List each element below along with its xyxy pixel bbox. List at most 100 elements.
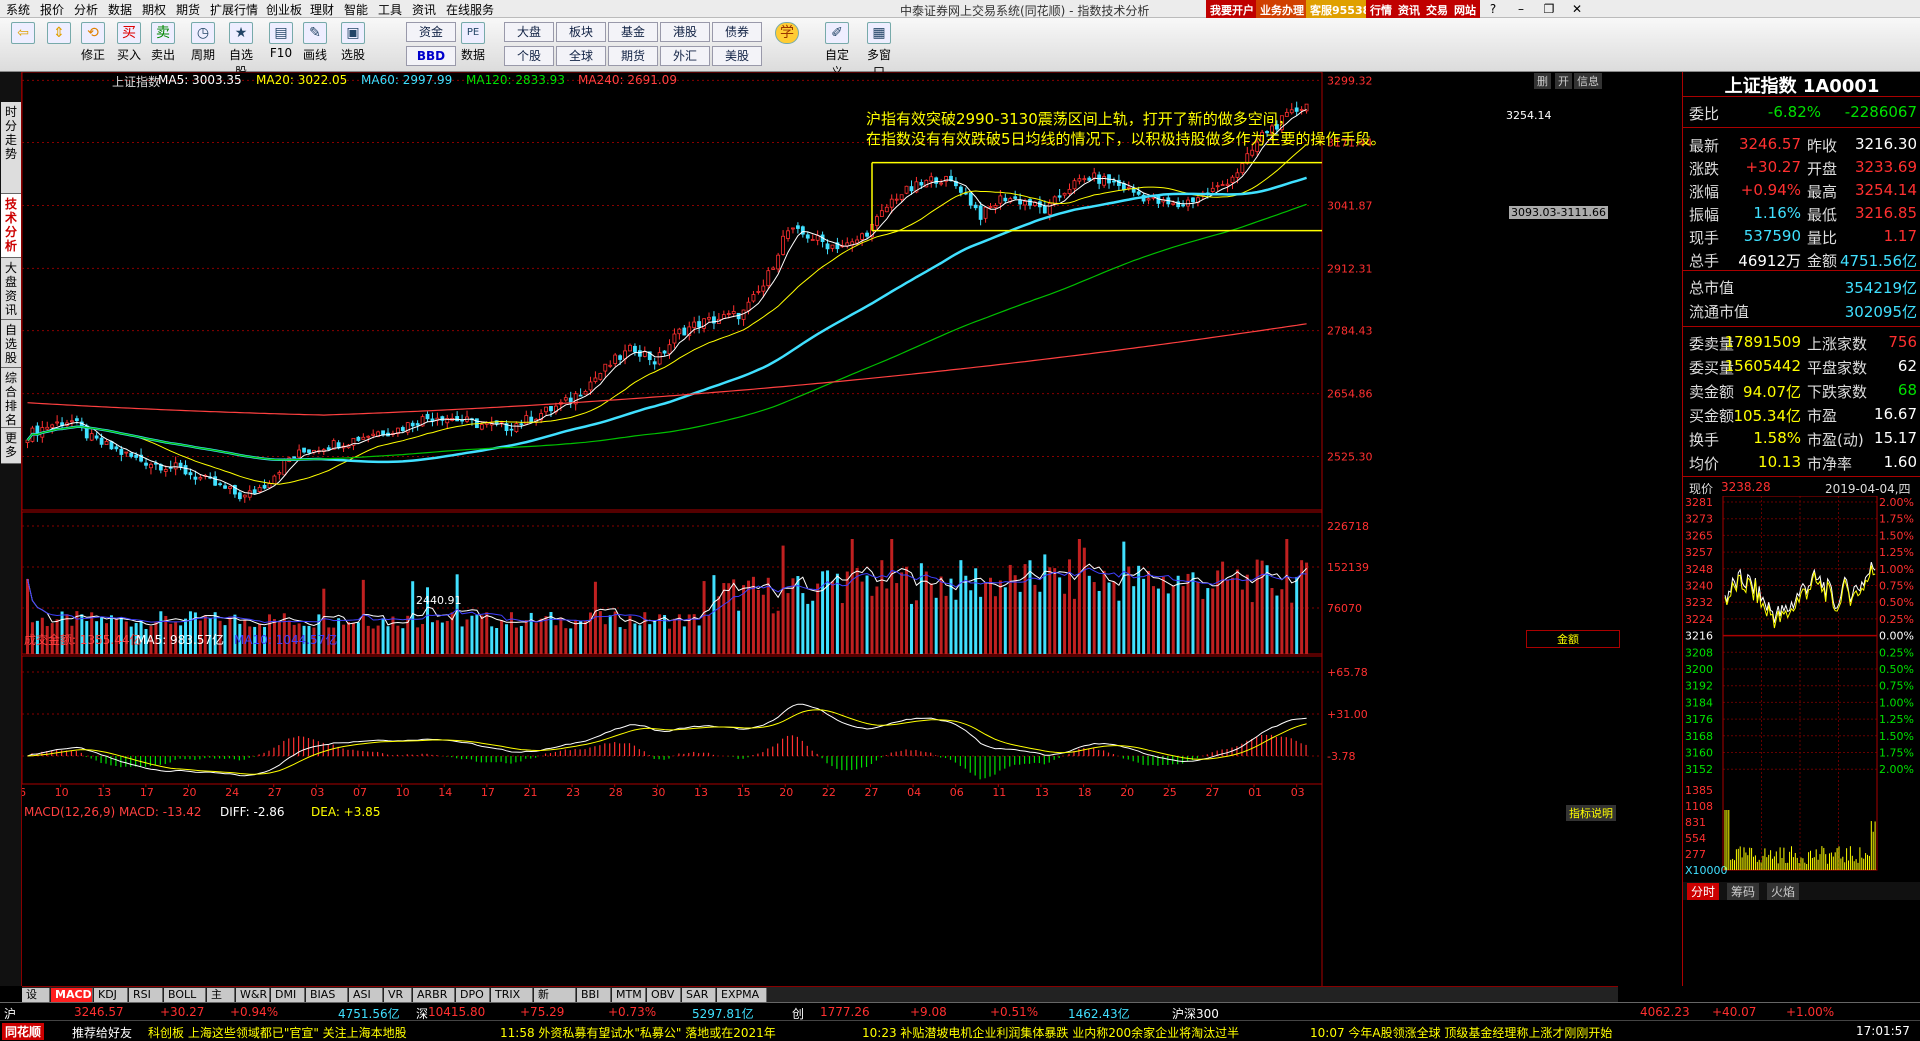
stock-picker-button[interactable]: ▣ 选股: [336, 20, 370, 70]
tab-watchlist[interactable]: 自选股: [1, 320, 21, 368]
global-button[interactable]: 全球: [556, 46, 606, 66]
sell-button[interactable]: 卖卖出: [146, 20, 180, 70]
page-up-down-button[interactable]: ⇕: [42, 20, 76, 70]
ticker-news-4[interactable]: 10:07 今年A股领涨全球 顶级基金经理称上涨才刚刚开始: [1310, 1024, 1612, 1041]
indicator-tab-主力[interactable]: 主力: [207, 988, 235, 1015]
menu-item-futures[interactable]: 期货: [176, 1, 200, 18]
sector-button[interactable]: 板块: [556, 22, 606, 42]
bond-button[interactable]: 债券: [712, 22, 762, 42]
menu-item-system[interactable]: 系统: [6, 1, 30, 18]
indicator-tab-kdj[interactable]: KDJ: [94, 988, 128, 1002]
indicator-tab-新dma[interactable]: 新DMA: [534, 988, 576, 1015]
help-icon[interactable]: ?: [1480, 0, 1506, 18]
funds-button[interactable]: 资金: [406, 22, 456, 42]
volume-bar: [929, 583, 933, 654]
revise-button[interactable]: ⟲ 修正: [76, 20, 110, 70]
tab-market-news[interactable]: 大盘资讯: [1, 258, 21, 320]
mini-price-tick: 3224: [1685, 613, 1713, 626]
service-badge[interactable]: 客服95538: [1306, 0, 1375, 18]
link-quote[interactable]: 行情: [1366, 0, 1396, 18]
close-icon[interactable]: ✕: [1564, 0, 1590, 18]
candle-body: [919, 182, 924, 186]
fund-button[interactable]: 基金: [608, 22, 658, 42]
indicator-tab-bias[interactable]: BIAS: [306, 988, 348, 1002]
mini-tab-chips[interactable]: 筹码: [1727, 883, 1760, 900]
delete-button[interactable]: 删: [1534, 73, 1551, 89]
custom-button[interactable]: ✐自定义: [820, 20, 854, 79]
period-button[interactable]: ◷ 周期: [186, 20, 220, 70]
tab-intraday[interactable]: 时分走势: [1, 102, 21, 194]
open-account-badge[interactable]: 我要开户: [1206, 0, 1258, 18]
menu-item-tools[interactable]: 工具: [378, 1, 402, 18]
menu-item-quote[interactable]: 报价: [40, 1, 64, 18]
tab-ranking[interactable]: 综合排名: [1, 368, 21, 428]
mini-price-tick: 3176: [1685, 713, 1713, 726]
volume-bar: [944, 595, 948, 654]
watchlist-button[interactable]: ★自选股: [224, 20, 258, 79]
indicator-tab-设置[interactable]: 设置: [22, 988, 50, 1015]
indicator-tab-asi[interactable]: ASI: [349, 988, 383, 1002]
hk-button[interactable]: 港股: [660, 22, 710, 42]
candle-body: [1136, 191, 1141, 195]
indicator-tab-vr[interactable]: VR: [384, 988, 412, 1002]
open-button[interactable]: 开: [1555, 73, 1572, 89]
tab-more[interactable]: 更多: [1, 428, 21, 464]
ticker-news-2[interactable]: 11:58 外资私募有望试水"私募公" 落地或在2021年: [500, 1024, 776, 1041]
candle-body: [968, 192, 973, 206]
business-badge[interactable]: 业务办理: [1256, 0, 1308, 18]
futures-button[interactable]: 期货: [608, 46, 658, 66]
menu-item-analysis[interactable]: 分析: [74, 1, 98, 18]
indicator-tab-sar[interactable]: SAR: [682, 988, 716, 1002]
status-item: +0.51%: [990, 1005, 1039, 1019]
link-site[interactable]: 网站: [1450, 0, 1480, 18]
indicator-tab-obv[interactable]: OBV: [647, 988, 681, 1002]
restore-icon[interactable]: ❐: [1536, 0, 1562, 18]
menu-item-online[interactable]: 在线服务: [446, 1, 494, 18]
fx-button[interactable]: 外汇: [660, 46, 710, 66]
menu-item-finance[interactable]: 理财: [310, 1, 334, 18]
draw-line-button[interactable]: ✎ 画线: [298, 20, 332, 70]
ticker-news-1[interactable]: 科创板 上海这些领域都已"官宣" 关注上海本地股: [148, 1024, 407, 1041]
multi-window-button[interactable]: ▦多窗口: [862, 20, 896, 79]
volume-metric-dropdown[interactable]: 金额: [1526, 630, 1620, 648]
indicator-tab-macd[interactable]: MACD: [51, 988, 93, 1002]
menu-item-smart[interactable]: 智能: [344, 1, 368, 18]
menu-item-ext-quote[interactable]: 扩展行情: [210, 1, 258, 18]
tab-technical[interactable]: 技术分析: [1, 194, 21, 258]
indicator-tab-rsi[interactable]: RSI: [129, 988, 163, 1002]
minimize-icon[interactable]: –: [1508, 0, 1534, 18]
back-button[interactable]: ⇦: [6, 20, 40, 70]
ticker-news-3[interactable]: 10:23 补贴潜坡电机企业利润集体暴跌 业内称200余家企业将淘汰过半: [862, 1024, 1239, 1041]
indicator-tab-w&r[interactable]: W&R: [236, 988, 270, 1002]
data-button[interactable]: PE 数据: [456, 20, 490, 70]
menu-item-options[interactable]: 期权: [142, 1, 166, 18]
indicator-tab-dmi[interactable]: DMI: [271, 988, 305, 1002]
info-button[interactable]: 信息: [1574, 73, 1602, 89]
indicator-tab-expma[interactable]: EXPMA: [717, 988, 767, 1002]
mini-tab-intraday[interactable]: 分时: [1687, 883, 1720, 900]
stock-button[interactable]: 个股: [504, 46, 554, 66]
menu-item-data[interactable]: 数据: [108, 1, 132, 18]
market-button[interactable]: 大盘: [504, 22, 554, 42]
clock-icon: ◷: [191, 22, 215, 44]
bbd-button[interactable]: BBD: [406, 46, 456, 66]
mini-tab-flame[interactable]: 火焰: [1767, 883, 1800, 900]
indicator-tab-trix[interactable]: TRIX: [491, 988, 533, 1002]
buy-button[interactable]: 买买入: [112, 20, 146, 70]
f10-button[interactable]: ▤ F10: [264, 20, 298, 70]
indicator-tab-arbr[interactable]: ARBR: [413, 988, 455, 1002]
link-news[interactable]: 资讯: [1394, 0, 1424, 18]
learn-button[interactable]: 学: [770, 20, 804, 70]
candle-body: [805, 234, 810, 239]
menu-item-news[interactable]: 资讯: [412, 1, 436, 18]
menu-item-gem[interactable]: 创业板: [266, 1, 302, 18]
us-stock-button[interactable]: 美股: [712, 46, 762, 66]
link-trade[interactable]: 交易: [1422, 0, 1452, 18]
indicator-tab-bbi[interactable]: BBI: [577, 988, 611, 1002]
indicator-tab-boll[interactable]: BOLL: [164, 988, 206, 1002]
recommend-link[interactable]: 推荐给好友: [72, 1024, 132, 1041]
volume-bar: [998, 580, 1002, 654]
indicator-tab-mtm[interactable]: MTM: [612, 988, 646, 1002]
indicator-tab-dpo[interactable]: DPO: [456, 988, 490, 1002]
indicator-help-button[interactable]: 指标说明: [1566, 805, 1616, 821]
